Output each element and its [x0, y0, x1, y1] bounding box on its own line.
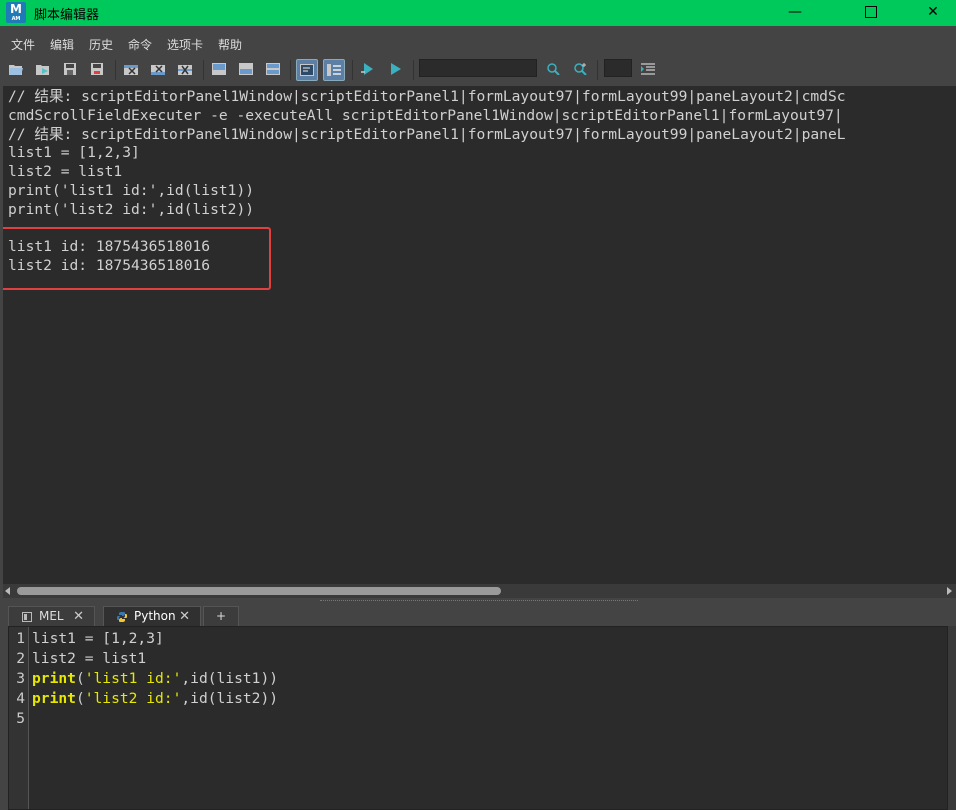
scroll-right-arrow-icon[interactable]	[947, 587, 952, 595]
maximize-icon	[865, 6, 877, 18]
find-next-icon[interactable]	[570, 59, 590, 79]
menu-file[interactable]: 文件	[11, 36, 35, 53]
script-input-editor[interactable]: 1 2 3 4 5 list1 = [1,2,3] list2 = list1 pr…	[8, 626, 948, 810]
show-input-icon[interactable]	[236, 59, 256, 79]
maya-app-icon: M AM	[6, 2, 26, 23]
source-script-icon[interactable]	[33, 59, 53, 79]
line-number: 5	[16, 710, 25, 727]
menu-tabs[interactable]: 选项卡	[167, 36, 203, 53]
line-number-gutter: 1 2 3 4 5	[9, 627, 29, 809]
menu-history[interactable]: 历史	[89, 36, 113, 53]
toolbar-separator	[115, 60, 116, 80]
toolbar-separator	[290, 60, 291, 80]
search-icon[interactable]	[543, 59, 563, 79]
minimize-icon: —	[788, 4, 802, 20]
menu-help[interactable]: 帮助	[218, 36, 242, 53]
tab-close-icon[interactable]: ✕	[73, 607, 84, 626]
history-output-panel[interactable]: // 结果: scriptEditorPanel1Window|scriptEd…	[3, 86, 956, 584]
tab-mel[interactable]: MEL ✕	[8, 606, 95, 626]
close-button[interactable]: ✕	[910, 0, 956, 26]
toolbar-separator	[413, 60, 414, 80]
toolbar-separator	[203, 60, 204, 80]
save-script-icon[interactable]	[60, 59, 80, 79]
scroll-left-arrow-icon[interactable]	[5, 587, 10, 595]
new-tab-button[interactable]: +	[203, 606, 239, 626]
code-line: print('list2 id:',id(list2))	[32, 690, 279, 707]
show-both-icon[interactable]	[263, 59, 283, 79]
tab-python[interactable]: Python ✕	[103, 606, 201, 626]
open-script-icon[interactable]	[6, 59, 26, 79]
toolbar-search-input[interactable]	[419, 59, 537, 77]
menu-command[interactable]: 命令	[128, 36, 152, 53]
code-text[interactable]: list1 = [1,2,3] list2 = list1 print('list1…	[32, 629, 278, 729]
clear-input-icon[interactable]	[148, 59, 168, 79]
save-script-to-shelf-icon[interactable]	[87, 59, 107, 79]
minimize-button[interactable]: —	[772, 0, 818, 26]
clear-all-icon[interactable]	[175, 59, 195, 79]
editor-vertical-scrollbar[interactable]	[948, 626, 956, 810]
maximize-button[interactable]	[848, 0, 894, 26]
tab-close-icon[interactable]: ✕	[179, 607, 190, 626]
splitter-grip	[320, 600, 638, 601]
line-number: 3	[16, 670, 25, 687]
output-horizontal-scrollbar[interactable]	[3, 584, 956, 598]
code-line: print('list1 id:',id(list1))	[32, 670, 279, 687]
result-highlight-box	[3, 227, 271, 290]
mel-file-icon	[22, 612, 32, 622]
tab-bar: MEL ✕ Python ✕ +	[0, 604, 956, 626]
execute-all-icon[interactable]	[385, 59, 405, 79]
code-line: list1 = [1,2,3]	[32, 630, 164, 647]
title-bar: M AM 脚本编辑器 — ✕	[0, 0, 956, 26]
indent-icon[interactable]	[638, 59, 658, 79]
toolbar-separator	[597, 60, 598, 80]
code-line: list2 = list1	[32, 650, 147, 667]
line-number: 2	[16, 650, 25, 667]
close-icon: ✕	[927, 4, 939, 20]
scrollbar-thumb[interactable]	[17, 587, 501, 595]
toolbar-separator	[352, 60, 353, 80]
execute-selected-icon[interactable]	[358, 59, 378, 79]
python-logo-icon	[117, 612, 127, 622]
window-title: 脚本编辑器	[34, 8, 100, 23]
toolbar-small-field[interactable]	[604, 59, 632, 77]
show-history-icon[interactable]	[209, 59, 229, 79]
show-line-numbers-icon[interactable]	[323, 59, 345, 81]
echo-all-commands-icon[interactable]	[296, 59, 318, 81]
menu-edit[interactable]: 编辑	[50, 36, 74, 53]
clear-history-icon[interactable]	[121, 59, 141, 79]
line-number: 1	[16, 630, 25, 647]
line-number: 4	[16, 690, 25, 707]
menu-bar: 文件 编辑 历史 命令 选项卡 帮助	[0, 26, 956, 56]
